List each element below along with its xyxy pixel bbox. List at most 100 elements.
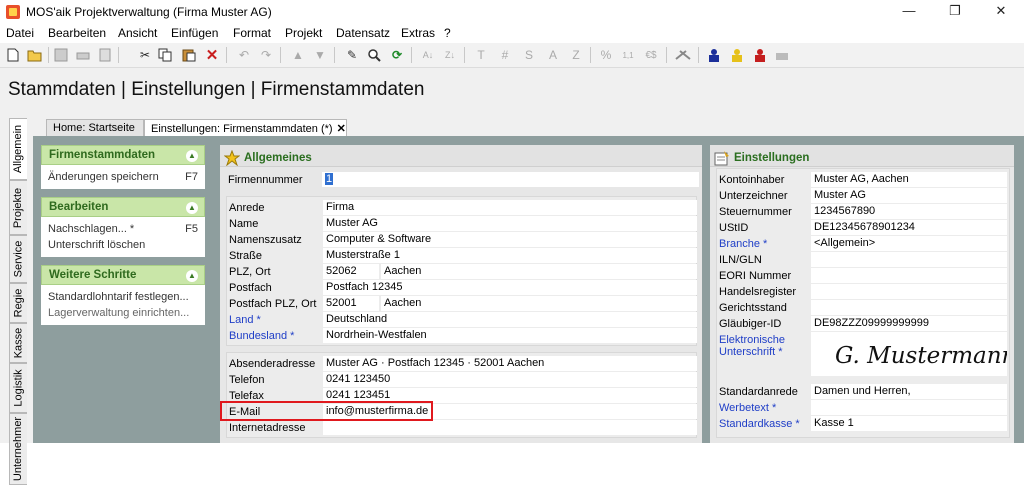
side-tab-regie[interactable]: Regie bbox=[9, 283, 27, 323]
eori-input[interactable] bbox=[811, 268, 1007, 283]
move-down-icon[interactable]: ▼ bbox=[311, 46, 329, 64]
standardkasse-input[interactable]: Kasse 1 bbox=[811, 416, 1007, 431]
undo-icon[interactable]: ↶ bbox=[235, 46, 253, 64]
collapse-icon[interactable]: ▲ bbox=[186, 202, 198, 214]
standardanrede-input[interactable]: Damen und Herren, bbox=[811, 384, 1007, 399]
collapse-icon[interactable]: ▲ bbox=[186, 270, 198, 282]
tab-firmenstammdaten[interactable]: Einstellungen: Firmenstammdaten (*) ✕ bbox=[144, 119, 347, 136]
side-tab-unternehmer[interactable]: Unternehmer bbox=[9, 413, 27, 485]
sort-desc-icon[interactable]: Z↓ bbox=[441, 46, 459, 64]
minimize-button[interactable]: — bbox=[886, 0, 932, 24]
move-up-icon[interactable]: ▲ bbox=[289, 46, 307, 64]
werbetext-link[interactable]: Werbetext * bbox=[719, 402, 776, 414]
standardkasse-link[interactable]: Standardkasse * bbox=[719, 418, 800, 430]
internetadresse-input[interactable] bbox=[323, 420, 697, 435]
side-tab-logistik[interactable]: Logistik bbox=[9, 363, 27, 413]
refresh-icon[interactable]: ⟳ bbox=[388, 46, 406, 64]
signature-link[interactable]: Elektronische Unterschrift * bbox=[719, 334, 805, 358]
cut-icon[interactable]: ✂ bbox=[136, 46, 154, 64]
gerichtsstand-input[interactable] bbox=[811, 300, 1007, 315]
sum-icon[interactable]: S bbox=[520, 46, 538, 64]
name-input[interactable]: Muster AG bbox=[323, 216, 697, 231]
maximize-button[interactable]: ❐ bbox=[932, 0, 978, 24]
menu-datensatz[interactable]: Datensatz bbox=[336, 26, 390, 40]
new-icon[interactable] bbox=[4, 46, 22, 64]
menu-ansicht[interactable]: Ansicht bbox=[118, 26, 157, 40]
currency-icon[interactable]: €$ bbox=[642, 46, 660, 64]
delete-icon[interactable]: ✕ bbox=[203, 46, 221, 64]
text-icon[interactable]: T bbox=[472, 46, 490, 64]
side-tab-service[interactable]: Service bbox=[9, 235, 27, 283]
printer-gray-icon[interactable] bbox=[773, 46, 791, 64]
user-blue-icon[interactable] bbox=[705, 46, 723, 64]
sort-asc-icon[interactable]: A↓ bbox=[419, 46, 437, 64]
strasse-input[interactable]: Musterstraße 1 bbox=[323, 248, 697, 263]
redo-icon[interactable]: ↷ bbox=[257, 46, 275, 64]
taskpane-item-save[interactable]: Änderungen speichern F7 bbox=[48, 169, 198, 185]
plz-input[interactable]: 52062 bbox=[323, 264, 379, 279]
menu-einfuegen[interactable]: Einfügen bbox=[171, 26, 218, 40]
bundesland-input[interactable]: Nordrhein-Westfalen bbox=[323, 328, 697, 343]
close-button[interactable]: ✕ bbox=[978, 0, 1024, 24]
anrede-input[interactable]: Firma bbox=[323, 200, 697, 215]
menu-extras[interactable]: Extras bbox=[401, 26, 435, 40]
land-link[interactable]: Land * bbox=[229, 314, 261, 326]
land-input[interactable]: Deutschland bbox=[323, 312, 697, 327]
kontoinhaber-input[interactable]: Muster AG, Aachen bbox=[811, 172, 1007, 187]
z-icon[interactable]: Z bbox=[567, 46, 585, 64]
side-tab-projekte[interactable]: Projekte bbox=[9, 180, 27, 235]
telefon-input[interactable]: 0241 123450 bbox=[323, 372, 697, 387]
iln-gln-input[interactable] bbox=[811, 252, 1007, 267]
menu-bearbeiten[interactable]: Bearbeiten bbox=[48, 26, 106, 40]
number-icon[interactable]: # bbox=[496, 46, 514, 64]
absenderadresse-input[interactable]: Muster AG · Postfach 12345 · 52001 Aache… bbox=[323, 356, 697, 371]
preview-icon[interactable] bbox=[96, 46, 114, 64]
glaeubiger-id-input[interactable]: DE98ZZZ09999999999 bbox=[811, 316, 1007, 331]
signature-image[interactable]: G. Mustermann bbox=[811, 332, 1016, 376]
paste-icon[interactable] bbox=[180, 46, 198, 64]
tab-home[interactable]: Home: Startseite bbox=[46, 119, 144, 136]
firmennummer-input[interactable]: 1 bbox=[322, 172, 699, 187]
postfach-input[interactable]: Postfach 12345 bbox=[323, 280, 697, 295]
save-icon[interactable] bbox=[52, 46, 70, 64]
ort-input[interactable]: Aachen bbox=[381, 264, 697, 279]
close-tab-icon[interactable]: ✕ bbox=[337, 123, 346, 135]
find-icon[interactable] bbox=[365, 46, 383, 64]
open-icon[interactable] bbox=[26, 46, 44, 64]
taskpane-section-firmenstammdaten[interactable]: Firmenstammdaten ▲ bbox=[41, 145, 205, 165]
user-red-icon[interactable] bbox=[751, 46, 769, 64]
handelsregister-input[interactable] bbox=[811, 284, 1007, 299]
bundesland-link[interactable]: Bundesland * bbox=[229, 330, 294, 342]
taskpane-section-weitere-schritte[interactable]: Weitere Schritte ▲ bbox=[41, 265, 205, 285]
postfach-plz-input[interactable]: 52001 bbox=[323, 296, 379, 311]
collapse-icon[interactable]: ▲ bbox=[186, 150, 198, 162]
side-tab-allgemein[interactable]: Allgemein bbox=[9, 118, 27, 180]
taskpane-item-lohntarif[interactable]: Standardlohntarif festlegen... bbox=[48, 289, 198, 305]
copy-icon[interactable] bbox=[156, 46, 174, 64]
taskpane-item-lager[interactable]: Lagerverwaltung einrichten... bbox=[48, 305, 198, 321]
menu-format[interactable]: Format bbox=[233, 26, 271, 40]
menu-help[interactable]: ? bbox=[444, 26, 451, 40]
edit-icon[interactable]: ✎ bbox=[343, 46, 361, 64]
werbetext-input[interactable] bbox=[811, 400, 1007, 415]
taskpane-item-lookup[interactable]: Nachschlagen... * F5 bbox=[48, 221, 198, 237]
user-yellow-icon[interactable] bbox=[728, 46, 746, 64]
percent-icon[interactable]: % bbox=[597, 46, 615, 64]
ustid-input[interactable]: DE12345678901234 bbox=[811, 220, 1007, 235]
tools-icon[interactable] bbox=[674, 46, 692, 64]
taskpane-item-delete-signature[interactable]: Unterschrift löschen bbox=[48, 237, 198, 253]
branche-input[interactable]: <Allgemein> bbox=[811, 236, 1007, 251]
side-tab-kasse[interactable]: Kasse bbox=[9, 323, 27, 363]
steuernummer-input[interactable]: 1234567890 bbox=[811, 204, 1007, 219]
field-anrede: Anrede Firma bbox=[227, 200, 697, 216]
print-icon[interactable] bbox=[74, 46, 92, 64]
taskpane-section-bearbeiten[interactable]: Bearbeiten ▲ bbox=[41, 197, 205, 217]
unterzeichner-input[interactable]: Muster AG bbox=[811, 188, 1007, 203]
branche-link[interactable]: Branche * bbox=[719, 238, 767, 250]
postfach-ort-input[interactable]: Aachen bbox=[381, 296, 697, 311]
decimal-icon[interactable]: 1,1 bbox=[619, 46, 637, 64]
menu-datei[interactable]: Datei bbox=[6, 26, 34, 40]
namenszusatz-input[interactable]: Computer & Software bbox=[323, 232, 697, 247]
a-icon[interactable]: A bbox=[544, 46, 562, 64]
menu-projekt[interactable]: Projekt bbox=[285, 26, 322, 40]
